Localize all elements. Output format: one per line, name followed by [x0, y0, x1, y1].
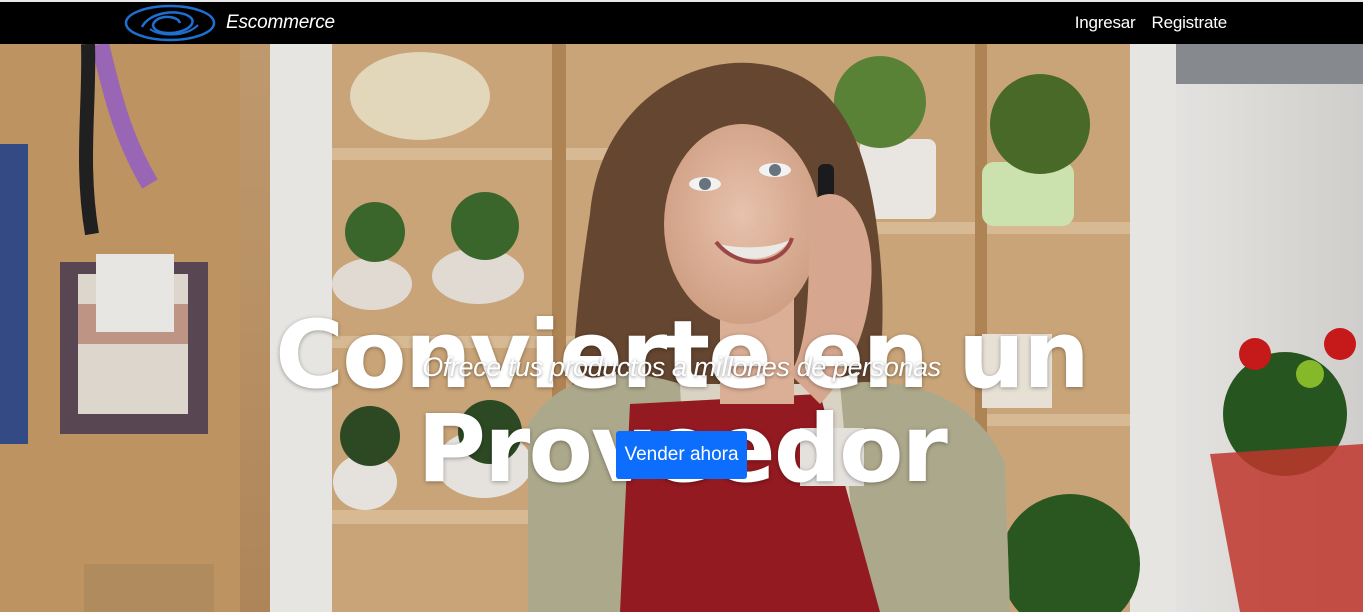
- brand-name: Escommerce: [226, 12, 335, 33]
- nav-links: Ingresar Registrate: [1075, 2, 1227, 44]
- brand[interactable]: Escommerce: [124, 2, 335, 44]
- sell-now-button[interactable]: Vender ahora: [616, 431, 747, 479]
- hero-subtitle: Ofrece tus productos a millones de perso…: [422, 352, 941, 382]
- navbar: Escommerce Ingresar Registrate: [0, 2, 1363, 44]
- logo-icon: [124, 4, 216, 42]
- register-link[interactable]: Registrate: [1152, 13, 1228, 33]
- login-link[interactable]: Ingresar: [1075, 13, 1136, 33]
- hero-section: Convierte en un Proveedor Ofrece tus pro…: [0, 44, 1363, 612]
